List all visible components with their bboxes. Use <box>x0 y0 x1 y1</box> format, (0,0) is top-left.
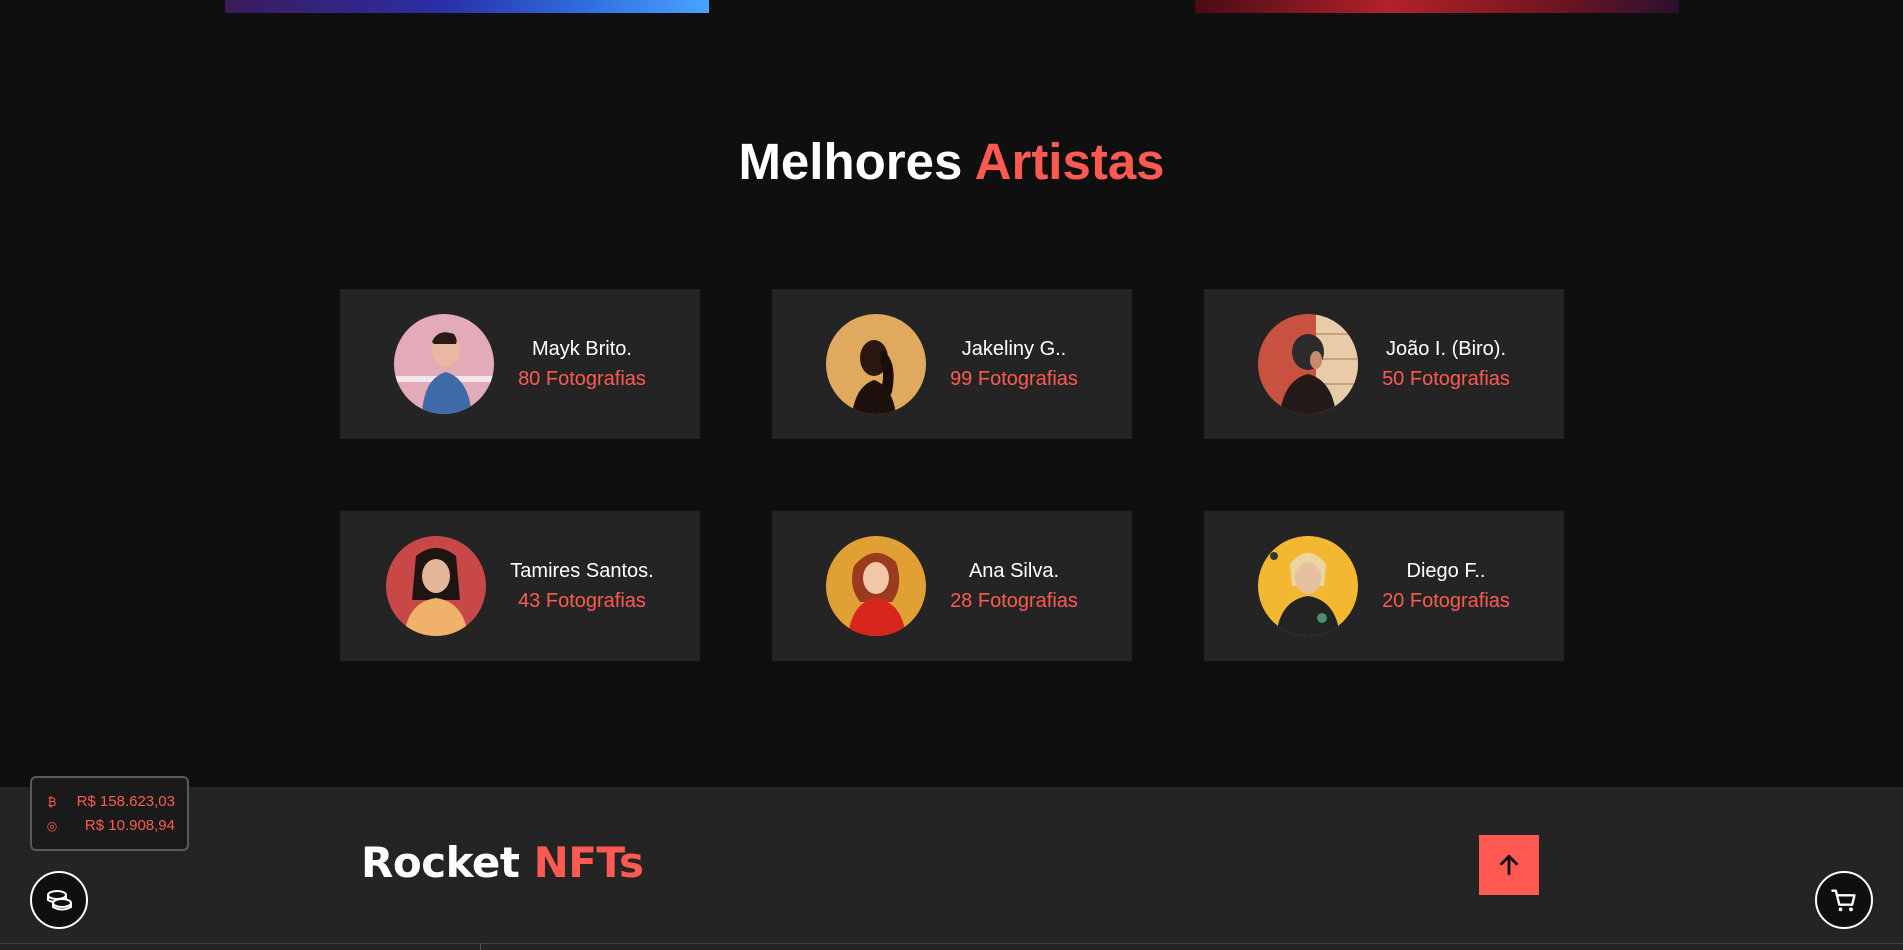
artist-info: Tamires Santos. 43 Fotografias <box>510 556 653 616</box>
artist-photo-count: 28 Fotografias <box>950 590 1078 612</box>
artist-info: Diego F.. 20 Fotografias <box>1382 556 1510 616</box>
footer <box>0 787 1903 950</box>
artist-photo-count: 80 Fotografias <box>518 368 646 390</box>
avatar <box>826 314 927 414</box>
avatar-photo <box>826 314 927 414</box>
avatar <box>826 536 927 636</box>
coins-icon <box>47 890 72 911</box>
btc-price: R$ 158.623,03 <box>76 793 175 810</box>
btc-price-row: ₿ R$ 158.623,03 <box>46 790 175 814</box>
artist-info: Mayk Brito. 80 Fotografias <box>518 334 646 394</box>
coins-button[interactable] <box>30 871 88 929</box>
avatar-photo <box>826 536 927 636</box>
arrow-up-icon <box>1500 854 1518 876</box>
brand-accent: NFTs <box>533 838 644 887</box>
artist-info: Ana Silva. 28 Fotografias <box>950 556 1078 616</box>
artist-card[interactable]: Jakeliny G.. 99 Fotografias <box>772 289 1132 439</box>
avatar <box>394 314 495 414</box>
coin-icon: ◎ <box>46 819 58 833</box>
avatar <box>1258 536 1359 636</box>
artist-info: Jakeliny G.. 99 Fotografias <box>950 334 1078 394</box>
artist-name: Diego F.. <box>1406 560 1486 582</box>
artist-name: Mayk Brito. <box>531 338 632 360</box>
brand-main: Rocket <box>361 838 520 887</box>
section-title-accent: Artistas <box>974 133 1165 190</box>
artist-card[interactable]: João I. (Biro). 50 Fotografias <box>1204 289 1564 439</box>
avatar-photo <box>1258 314 1359 414</box>
back-to-top-button[interactable] <box>1479 835 1539 895</box>
artist-name: Tamires Santos. <box>510 560 654 582</box>
footer-divider <box>0 943 1903 944</box>
section-title-main: Melhores <box>738 133 963 190</box>
eth-price: R$ 10.908,94 <box>84 817 175 834</box>
artist-card[interactable]: Mayk Brito. 80 Fotografias <box>340 289 700 439</box>
cart-button[interactable] <box>1815 871 1873 929</box>
artist-card[interactable]: Tamires Santos. 43 Fotografias <box>340 511 700 661</box>
artist-photo-count: 50 Fotografias <box>1382 368 1510 390</box>
bitcoin-icon: ₿ <box>47 795 57 809</box>
avatar-photo <box>386 536 487 636</box>
gallery-image-right[interactable] <box>1195 0 1679 13</box>
crypto-prices-panel: ₿ R$ 158.623,03 ◎ R$ 10.908,94 <box>30 776 189 851</box>
artist-card[interactable]: Ana Silva. 28 Fotografias <box>772 511 1132 661</box>
gallery-image-left[interactable] <box>225 0 709 13</box>
page: Melhores Artistas Mayk Brito. 80 Fotogra… <box>0 0 1903 950</box>
avatar <box>1258 314 1359 414</box>
avatar <box>386 536 487 636</box>
eth-price-row: ◎ R$ 10.908,94 <box>46 814 175 838</box>
artist-info: João I. (Biro). 50 Fotografias <box>1382 334 1510 394</box>
footer-column-divider <box>480 943 481 950</box>
avatar-photo <box>1258 536 1359 636</box>
artist-name: Ana Silva. <box>968 560 1060 582</box>
avatar-photo <box>394 314 495 414</box>
section-title: Melhores Artistas <box>0 132 1903 191</box>
footer-brand[interactable]: Rocket NFTs <box>361 838 644 887</box>
artist-photo-count: 20 Fotografias <box>1382 590 1510 612</box>
artist-card[interactable]: Diego F.. 20 Fotografias <box>1204 511 1564 661</box>
artist-name: João I. (Biro). <box>1385 338 1507 360</box>
artist-photo-count: 43 Fotografias <box>518 590 646 612</box>
artist-name: Jakeliny G.. <box>961 338 1067 360</box>
artist-photo-count: 99 Fotografias <box>950 368 1078 390</box>
cart-icon <box>1831 889 1856 912</box>
